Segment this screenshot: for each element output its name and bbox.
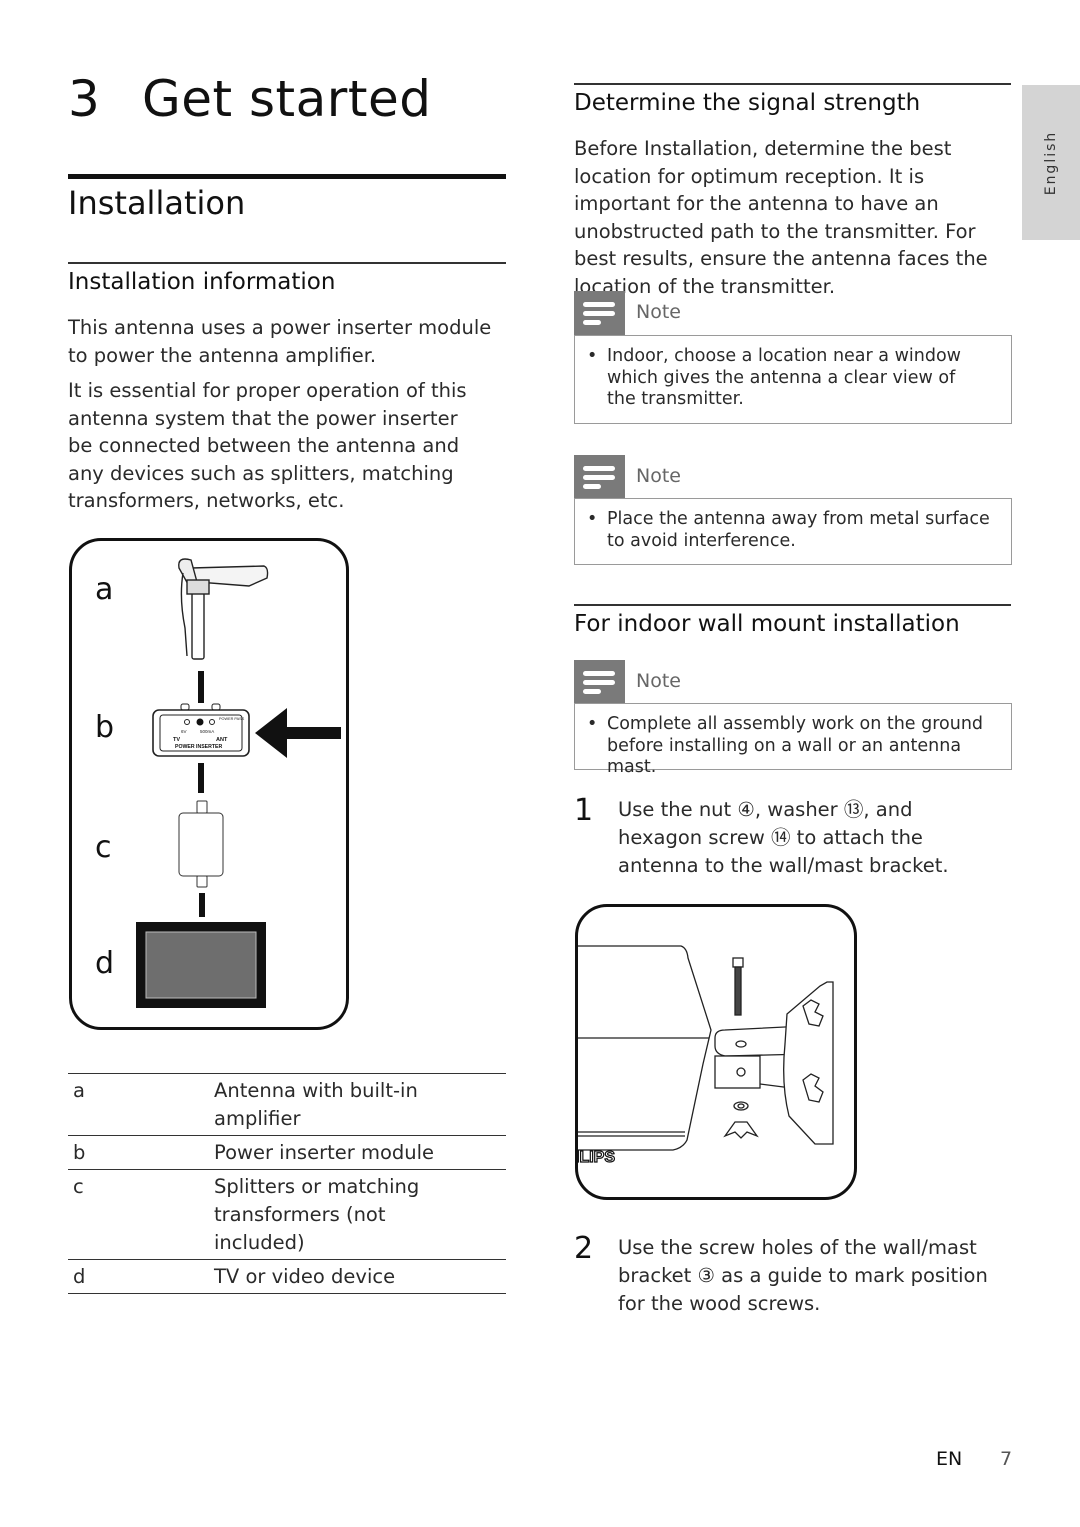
power-inserter-illustration: 6V 500mA POWER PASS TV ANT POWER INSERTE… xyxy=(152,703,250,757)
inserter-title: POWER INSERTER xyxy=(175,744,223,750)
note-icon xyxy=(574,660,625,704)
note-body: • Indoor, choose a location near a window… xyxy=(574,335,1012,424)
inserter-tv-label: TV xyxy=(173,737,180,743)
legend-key: d xyxy=(73,1265,86,1288)
step-1: 1 Use the nut ④, washer ⑬, and hexagon s… xyxy=(574,796,1014,880)
step-number: 1 xyxy=(574,793,594,828)
legend-key: c xyxy=(73,1175,84,1198)
installation-info-heading: Installation information xyxy=(68,269,336,295)
chapter-title: 3 Get started xyxy=(68,70,431,128)
chapter-title-text: Get started xyxy=(142,70,432,128)
note-bullet: • Indoor, choose a location near a window… xyxy=(587,346,997,411)
legend-value: TV or video device xyxy=(214,1265,396,1288)
legend-row: d TV or video device xyxy=(68,1259,506,1294)
note-icon xyxy=(574,455,625,499)
subsection-divider xyxy=(68,262,506,264)
wall-mount-divider xyxy=(574,604,1011,606)
legend-key: a xyxy=(73,1079,85,1102)
note-text: Complete all assembly work on the ground… xyxy=(607,714,984,777)
note-body: • Place the antenna away from metal surfa… xyxy=(574,498,1012,565)
inserter-voltage: 6V xyxy=(181,729,187,734)
wall-mount-illustration: ILIPS xyxy=(575,904,857,1200)
note-icon xyxy=(574,291,625,335)
note-bullet: • Place the antenna away from metal surfa… xyxy=(587,509,997,552)
step-text: Use the nut ④, washer ⑬, and hexagon scr… xyxy=(618,798,949,877)
signal-divider xyxy=(574,83,1011,85)
note-text: Place the antenna away from metal surfac… xyxy=(607,509,990,551)
wall-mount-heading: For indoor wall mount installation xyxy=(574,611,960,637)
inserter-current: 500mA xyxy=(200,729,214,734)
installation-info-paragraph-1: This antenna uses a power inserter modul… xyxy=(68,316,492,367)
wall-mount-artwork: ILIPS xyxy=(575,945,834,1167)
note-header: Note xyxy=(574,291,1012,335)
note-label: Note xyxy=(636,670,681,692)
section-divider-thick xyxy=(68,174,506,179)
diagram-artwork: 6V 500mA POWER PASS TV ANT POWER INSERTE… xyxy=(136,558,341,1008)
note-header: Note xyxy=(574,455,1012,499)
step-2: 2 Use the screw holes of the wall/mast b… xyxy=(574,1234,1014,1318)
step-text: Use the screw holes of the wall/mast bra… xyxy=(618,1236,988,1315)
inserter-power-pass: POWER PASS xyxy=(219,717,245,721)
legend-value: Splitters or matching transformers (not … xyxy=(214,1175,420,1254)
brand-logo: ILIPS xyxy=(575,1149,615,1166)
inserter-ant-label: ANT xyxy=(216,737,228,743)
cable-segment xyxy=(199,893,205,917)
arrow-left-icon xyxy=(255,708,341,758)
legend-row: c Splitters or matching transformers (not… xyxy=(68,1169,506,1260)
legend-value: Power inserter module xyxy=(214,1141,435,1164)
language-tab-label: English xyxy=(1043,130,1059,195)
legend-table: a Antenna with built-in amplifier b Power … xyxy=(68,1073,506,1294)
tv-illustration xyxy=(136,922,266,1008)
legend-value: Antenna with built-in amplifier xyxy=(214,1079,418,1130)
footer-language: EN xyxy=(936,1448,963,1470)
page-number: 7 xyxy=(1000,1448,1013,1470)
step-number: 2 xyxy=(574,1231,594,1266)
section-title: Installation xyxy=(68,184,246,222)
cable-segment xyxy=(198,763,204,793)
note-text: Indoor, choose a location near a window … xyxy=(607,346,961,409)
note-label: Note xyxy=(636,301,681,323)
note-bullet: • Complete all assembly work on the groun… xyxy=(587,714,997,779)
antenna-illustration xyxy=(178,558,269,660)
note-header: Note xyxy=(574,660,1012,704)
chapter-number: 3 xyxy=(68,70,101,128)
language-tab: English xyxy=(1022,85,1080,240)
splitter-illustration xyxy=(178,800,224,888)
legend-row: b Power inserter module xyxy=(68,1135,506,1170)
signal-heading: Determine the signal strength xyxy=(574,90,921,116)
installation-info-paragraph-2: It is essential for proper operation of … xyxy=(68,379,467,512)
note-body: • Complete all assembly work on the groun… xyxy=(574,703,1012,777)
cable-segment xyxy=(198,671,204,703)
legend-row: a Antenna with built-in amplifier xyxy=(68,1073,506,1136)
note-label: Note xyxy=(636,465,681,487)
signal-paragraph: Before Installation, determine the best … xyxy=(574,137,988,298)
legend-key: b xyxy=(73,1141,86,1164)
